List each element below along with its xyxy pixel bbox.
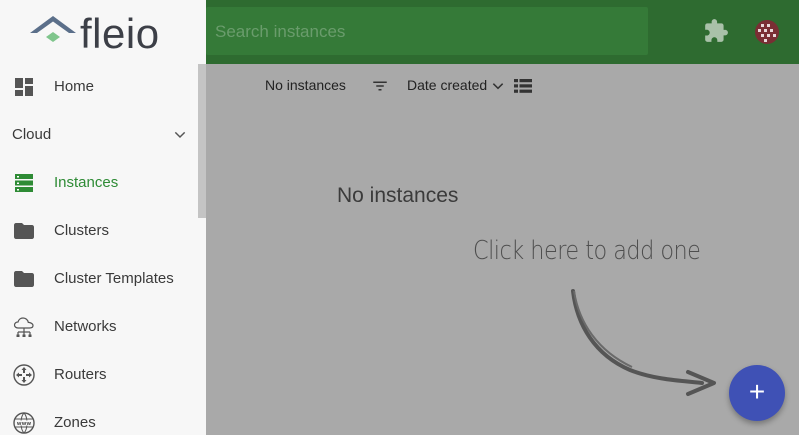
sidebar-item-label: Zones [54,414,96,431]
sidebar-section-label: Cloud [12,126,52,143]
sidebar-item-clusters[interactable]: Clusters [0,207,198,255]
sidebar: fleio Home Cloud Instances Clusters Clus… [0,0,206,435]
avatar[interactable] [754,19,780,45]
puzzle-icon[interactable] [703,18,729,44]
folder-icon [14,271,34,287]
empty-state-title: No instances [337,184,459,207]
sidebar-item-instances[interactable]: Instances [0,159,198,207]
sidebar-item-zones[interactable]: www Zones [0,399,198,435]
router-icon [13,364,35,386]
folder-icon [14,223,34,239]
sidebar-item-label: Instances [54,174,119,191]
fleio-logo-icon [30,16,76,42]
cloud-network-icon [13,317,34,337]
sidebar-section-cloud[interactable]: Cloud [0,111,198,159]
server-icon [15,174,33,192]
chevron-down-icon[interactable] [491,79,505,93]
sidebar-item-label: Cluster Templates [54,270,174,287]
sidebar-item-networks[interactable]: Networks [0,303,198,351]
www-icon: www [13,412,35,434]
sidebar-item-home[interactable]: Home [0,63,198,111]
sidebar-item-cluster-templates[interactable]: Cluster Templates [0,255,198,303]
sidebar-item-label: Routers [54,366,107,383]
brand-logo[interactable]: fleio [0,0,206,64]
dashboard-icon [15,78,33,96]
add-instance-button[interactable]: + [729,365,785,421]
sidebar-scrollbar[interactable] [198,64,206,218]
instances-count-label: No instances [265,77,346,93]
list-view-icon[interactable] [514,78,532,94]
sidebar-item-label: Networks [54,318,117,335]
svg-text:www: www [17,421,32,427]
search-placeholder: Search instances [215,22,346,41]
sort-select[interactable]: Date created [407,77,487,93]
empty-state-hint: Click here to add one [473,236,701,266]
filter-icon[interactable] [371,77,389,95]
brand-name: fleio [80,10,160,57]
sidebar-item-label: Home [54,78,95,95]
plus-icon: + [748,376,766,407]
sidebar-item-routers[interactable]: Routers [0,351,198,399]
hint-arrow-icon [571,289,716,396]
sidebar-item-label: Clusters [54,222,110,239]
chevron-down-icon [174,131,186,139]
search-input[interactable]: Search instances [206,7,648,55]
